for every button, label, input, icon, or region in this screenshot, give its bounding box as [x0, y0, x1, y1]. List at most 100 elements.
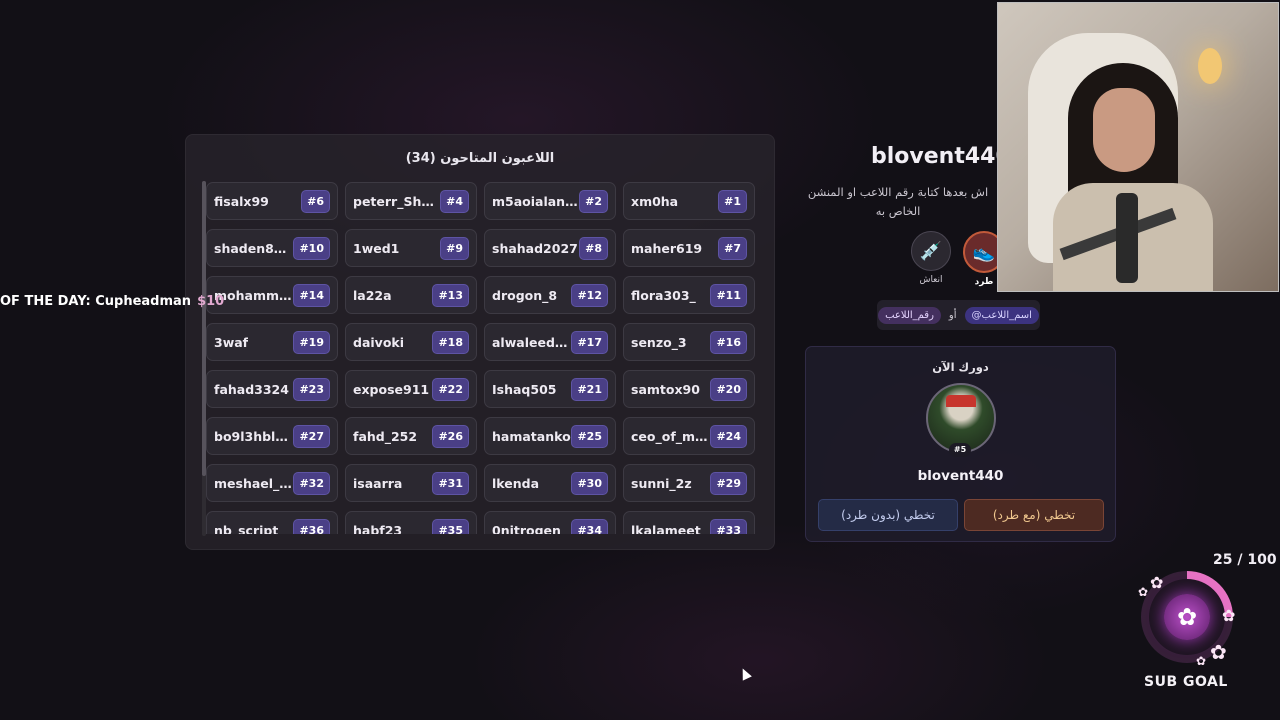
- tag-player-name: @اسم_اللاعب: [964, 306, 1039, 324]
- player-name: isaarra: [353, 475, 403, 491]
- player-name: 0nitrogen: [492, 522, 561, 535]
- player-name: drogon_8: [492, 287, 558, 303]
- player-name: shahad2027: [492, 240, 578, 256]
- player-name: maher619: [631, 240, 703, 256]
- player-number-badge: #8: [579, 236, 608, 260]
- player-number-badge: #32: [293, 471, 330, 495]
- player-name: fisalx99: [214, 193, 269, 209]
- player-number-badge: #18: [432, 330, 469, 354]
- player-card[interactable]: fahad3324 #23: [206, 370, 338, 408]
- player-card[interactable]: xm0ha #1: [623, 182, 755, 220]
- player-number-badge: #27: [293, 424, 330, 448]
- player-name: 1wed1: [353, 240, 400, 256]
- player-card[interactable]: 1wed1 #9: [345, 229, 477, 267]
- player-number-badge: #6: [301, 189, 330, 213]
- player-name: alwaleed36...: [492, 334, 572, 350]
- player-card[interactable]: fahd_252 #26: [345, 417, 477, 455]
- skip-with-kick-button[interactable]: تخطي (مع طرد): [964, 499, 1104, 531]
- player-number-badge: #25: [571, 424, 608, 448]
- player-number-badge: #11: [710, 283, 747, 307]
- player-number-badge: #36: [293, 518, 330, 534]
- player-number-badge: #14: [293, 283, 330, 307]
- player-name: m5aoialanz...: [492, 193, 580, 209]
- players-panel-title: اللاعبون المتاحون (34): [405, 151, 555, 166]
- action-revive[interactable]: 💉 انعاش: [909, 231, 953, 285]
- player-name: peterr_Sho...: [353, 193, 441, 209]
- player-card[interactable]: habf23 #35: [345, 511, 477, 534]
- player-number-badge: #10: [293, 236, 330, 260]
- player-name: samtox90: [631, 381, 700, 397]
- player-card[interactable]: peterr_Sho... #4: [345, 182, 477, 220]
- player-number-badge: #34: [571, 518, 608, 534]
- player-name: hamatanko: [492, 428, 571, 444]
- flower-icon: ✿: [1196, 654, 1207, 668]
- player-number-badge: #5: [949, 443, 971, 457]
- player-card[interactable]: nb_script #36: [206, 511, 338, 534]
- player-card[interactable]: 0nitrogen #34: [484, 511, 616, 534]
- player-card[interactable]: bo9l3hbldm...#27: [206, 417, 338, 455]
- ticker-text: OF THE DAY: Cupheadman: [0, 294, 192, 309]
- sub-goal-label: SUB GOAL: [1144, 674, 1228, 690]
- player-number-badge: #29: [710, 471, 747, 495]
- player-card[interactable]: fisalx99 #6: [206, 182, 338, 220]
- ticker-amount: $10: [197, 294, 225, 309]
- player-number-badge: #1: [718, 189, 747, 213]
- player-number-badge: #31: [432, 471, 469, 495]
- player-card[interactable]: maher619 #7: [623, 229, 755, 267]
- player-card[interactable]: la22a #13: [345, 276, 477, 314]
- player-card[interactable]: Ishaq505 #21: [484, 370, 616, 408]
- player-number-badge: #35: [432, 518, 469, 534]
- available-players-panel: اللاعبون المتاحون (34) fisalx99 #6 peterr_…: [185, 134, 775, 550]
- player-card[interactable]: lkenda #30: [484, 464, 616, 502]
- player-name: expose911: [353, 381, 430, 397]
- flower-icon: ✿: [1138, 585, 1149, 599]
- player-card[interactable]: shahad2027 #8: [484, 229, 616, 267]
- player-card[interactable]: mohammed_k...#14: [206, 276, 338, 314]
- player-card[interactable]: hamatanko #25: [484, 417, 616, 455]
- players-grid: fisalx99 #6 peterr_Sho... #4 m5aoialanz... #2…: [206, 182, 756, 534]
- player-card[interactable]: meshael_mr #32: [206, 464, 338, 502]
- players-grid-viewport: fisalx99 #6 peterr_Sho... #4 m5aoialanz... #2…: [206, 182, 756, 534]
- player-card[interactable]: ceo_of_mys...#24: [623, 417, 755, 455]
- sub-goal-count: 25 / 100: [1213, 552, 1277, 568]
- player-card[interactable]: isaarra #31: [345, 464, 477, 502]
- player-name: lkalameet: [631, 522, 701, 535]
- player-number-badge: #24: [710, 424, 747, 448]
- player-card[interactable]: shaden8888...#10: [206, 229, 338, 267]
- flower-icon: ✿: [1222, 606, 1236, 625]
- player-name: nb_script: [214, 522, 279, 535]
- syringe-icon: 💉: [911, 231, 951, 271]
- player-name: lkenda: [492, 475, 540, 491]
- player-number-badge: #9: [440, 236, 469, 260]
- current-turn-card: دورك الآن #5 blovent440 تخطي (مع طرد) تخ…: [805, 346, 1116, 542]
- player-card[interactable]: drogon_8 #12: [484, 276, 616, 314]
- player-card[interactable]: daivoki #18: [345, 323, 477, 361]
- player-card[interactable]: flora303_ #11: [623, 276, 755, 314]
- player-card[interactable]: expose911 #22: [345, 370, 477, 408]
- player-number-badge: #20: [710, 377, 747, 401]
- streamer-name: blovent440: [871, 144, 1011, 169]
- player-name: mohammed_k...: [214, 287, 293, 303]
- player-name: Ishaq505: [492, 381, 557, 397]
- player-number-badge: #26: [432, 424, 469, 448]
- skip-without-kick-button[interactable]: تخطي (بدون طرد): [818, 499, 958, 531]
- player-card[interactable]: senzo_3 #16: [623, 323, 755, 361]
- tag-player-number: رقم_اللاعب: [878, 306, 941, 324]
- player-card[interactable]: alwaleed36...#17: [484, 323, 616, 361]
- player-name: ceo_of_mys...: [631, 428, 711, 444]
- player-card[interactable]: 3waf #19: [206, 323, 338, 361]
- player-number-badge: #12: [571, 283, 608, 307]
- turn-player-name: blovent440: [917, 468, 1004, 484]
- player-name: la22a: [353, 287, 392, 303]
- player-name: flora303_: [631, 287, 696, 303]
- player-card[interactable]: samtox90 #20: [623, 370, 755, 408]
- player-number-badge: #22: [432, 377, 469, 401]
- player-number-badge: #33: [710, 518, 747, 534]
- player-number-badge: #4: [440, 189, 469, 213]
- turn-label: دورك الآن: [932, 360, 989, 374]
- player-card[interactable]: m5aoialanz... #2: [484, 182, 616, 220]
- player-card[interactable]: sunni_2z #29: [623, 464, 755, 502]
- player-number-badge: #16: [710, 330, 747, 354]
- player-number-badge: #19: [293, 330, 330, 354]
- player-card[interactable]: lkalameet #33: [623, 511, 755, 534]
